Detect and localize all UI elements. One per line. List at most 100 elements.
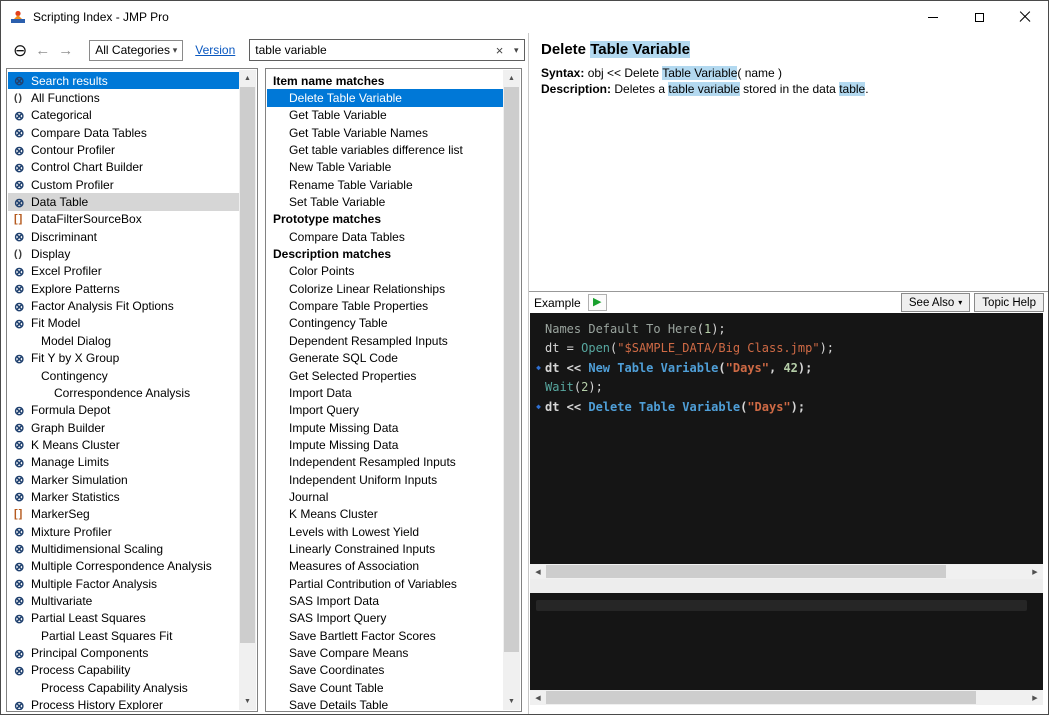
forward-button[interactable]: →	[54, 41, 77, 60]
match-item[interactable]: Get table variables difference list	[267, 141, 503, 158]
category-item[interactable]: ⊗ Fit Y by X Group	[8, 350, 239, 367]
log-h-scrollbar[interactable]: ◀ ▶	[530, 690, 1043, 705]
category-item[interactable]: ⊗ Excel Profiler	[8, 263, 239, 280]
category-item[interactable]: ⊗ Mixture Profiler	[8, 523, 239, 540]
category-item[interactable]: [] MarkerSeg	[8, 506, 239, 523]
match-item[interactable]: Levels with Lowest Yield	[267, 523, 503, 540]
run-example-button[interactable]: ▶	[587, 294, 607, 311]
category-item[interactable]: ⊗ Contour Profiler	[8, 141, 239, 158]
category-item[interactable]: ⊗ Marker Simulation	[8, 471, 239, 488]
match-item[interactable]: Delete Table Variable	[267, 89, 503, 107]
match-item[interactable]: Contingency Table	[267, 315, 503, 332]
match-item[interactable]: Dependent Resampled Inputs	[267, 332, 503, 349]
match-item[interactable]: Colorize Linear Relationships	[267, 280, 503, 297]
category-item[interactable]: ⊗ Marker Statistics	[8, 488, 239, 505]
match-item[interactable]: Independent Uniform Inputs	[267, 471, 503, 488]
match-item[interactable]: Linearly Constrained Inputs	[267, 540, 503, 557]
topic-help-button[interactable]: Topic Help	[974, 293, 1044, 312]
match-item[interactable]: Save Coordinates	[267, 662, 503, 679]
category-item[interactable]: ⊗ Manage Limits	[8, 454, 239, 471]
log-area[interactable]	[530, 593, 1043, 690]
category-item[interactable]: ⊗ Partial Least Squares	[8, 610, 239, 627]
scrollbar-thumb[interactable]	[504, 87, 519, 652]
category-item[interactable]: ⊗ Graph Builder	[8, 419, 239, 436]
close-button[interactable]	[1002, 1, 1048, 33]
match-item[interactable]: Save Bartlett Factor Scores	[267, 627, 503, 644]
category-item[interactable]: ⊗ Process History Explorer	[8, 696, 239, 710]
category-item[interactable]: ⊗ Factor Analysis Fit Options	[8, 297, 239, 314]
category-item[interactable]: ⊗ K Means Cluster	[8, 436, 239, 453]
match-item[interactable]: Measures of Association	[267, 558, 503, 575]
category-item[interactable]: [] DataFilterSourceBox	[8, 211, 239, 228]
scroll-up-button[interactable]: ▲	[503, 70, 520, 87]
match-item[interactable]: Get Table Variable	[267, 107, 503, 124]
clear-search-icon[interactable]: ×	[491, 44, 509, 57]
see-also-button[interactable]: See Also ▾	[900, 293, 971, 312]
category-item[interactable]: ⊗ Multiple Correspondence Analysis	[8, 558, 239, 575]
scroll-left-button[interactable]: ◀	[530, 690, 546, 705]
minimize-button[interactable]	[910, 1, 956, 33]
category-item[interactable]: ⊗ Data Table	[8, 193, 239, 211]
scrollbar-thumb[interactable]	[240, 87, 255, 643]
category-item[interactable]: ⊗ Control Chart Builder	[8, 159, 239, 176]
match-item[interactable]: New Table Variable	[267, 159, 503, 176]
category-scrollbar[interactable]: ▲ ▼	[239, 70, 256, 710]
category-item[interactable]: ⊗ Process Capability	[8, 662, 239, 679]
category-item[interactable]: ⊗ Multiple Factor Analysis	[8, 575, 239, 592]
match-item[interactable]: Import Data	[267, 384, 503, 401]
match-item[interactable]: Get Selected Properties	[267, 367, 503, 384]
scrollbar-thumb[interactable]	[546, 691, 976, 704]
category-item[interactable]: ⊗ Discriminant	[8, 228, 239, 245]
version-link[interactable]: Version	[195, 43, 235, 57]
category-item[interactable]: Contingency	[8, 367, 239, 384]
category-item[interactable]: ⊗ Explore Patterns	[8, 280, 239, 297]
scroll-down-button[interactable]: ▼	[239, 693, 256, 710]
scroll-left-button[interactable]: ◀	[530, 564, 546, 579]
category-item[interactable]: ⊗ Multidimensional Scaling	[8, 540, 239, 557]
search-history-dropdown-icon[interactable]: ▾	[508, 45, 524, 56]
category-item[interactable]: Partial Least Squares Fit	[8, 627, 239, 644]
match-item[interactable]: K Means Cluster	[267, 506, 503, 523]
match-item[interactable]: Import Query	[267, 402, 503, 419]
scroll-right-button[interactable]: ▶	[1027, 564, 1043, 579]
match-item[interactable]: SAS Import Query	[267, 610, 503, 627]
category-item[interactable]: () Display	[8, 245, 239, 262]
match-item[interactable]: Get Table Variable Names	[267, 124, 503, 141]
match-item[interactable]: Impute Missing Data	[267, 419, 503, 436]
match-item[interactable]: Partial Contribution of Variables	[267, 575, 503, 592]
match-item[interactable]: Save Details Table	[267, 696, 503, 710]
match-item[interactable]: Independent Resampled Inputs	[267, 454, 503, 471]
scrollbar-thumb[interactable]	[546, 565, 946, 578]
category-item[interactable]: ⊗ Categorical	[8, 107, 239, 124]
collapse-button[interactable]: ⊖	[9, 40, 31, 61]
code-h-scrollbar[interactable]: ◀ ▶	[530, 564, 1043, 579]
pane-splitter[interactable]	[530, 579, 1043, 593]
category-item[interactable]: Model Dialog	[8, 332, 239, 349]
code-editor[interactable]: Names Default To Here(1); dt = Open("$SAM…	[530, 313, 1043, 564]
scroll-up-button[interactable]: ▲	[239, 70, 256, 87]
category-item[interactable]: ⊗ Multivariate	[8, 592, 239, 609]
category-item[interactable]: ⊗ Principal Components	[8, 644, 239, 661]
scroll-right-button[interactable]: ▶	[1027, 690, 1043, 705]
match-item[interactable]: Impute Missing Data	[267, 436, 503, 453]
category-filter-dropdown[interactable]: All Categories ▾	[89, 39, 184, 61]
category-item[interactable]: ⊗ Custom Profiler	[8, 176, 239, 193]
maximize-button[interactable]	[956, 1, 1002, 33]
match-item[interactable]: Color Points	[267, 263, 503, 280]
search-input[interactable]	[250, 41, 491, 59]
category-item[interactable]: Process Capability Analysis	[8, 679, 239, 696]
match-item[interactable]: Generate SQL Code	[267, 350, 503, 367]
match-item[interactable]: Save Compare Means	[267, 644, 503, 661]
match-scrollbar[interactable]: ▲ ▼	[503, 70, 520, 710]
match-item[interactable]: Save Count Table	[267, 679, 503, 696]
back-button[interactable]: ←	[31, 41, 54, 60]
category-item[interactable]: ⊗ Compare Data Tables	[8, 124, 239, 141]
match-item[interactable]: SAS Import Data	[267, 592, 503, 609]
category-item[interactable]: ⊗ Fit Model	[8, 315, 239, 332]
scroll-down-button[interactable]: ▼	[503, 693, 520, 710]
category-item[interactable]: Correspondence Analysis	[8, 384, 239, 401]
match-item[interactable]: Journal	[267, 488, 503, 505]
match-item[interactable]: Compare Table Properties	[267, 297, 503, 314]
category-item[interactable]: ⊗ Formula Depot	[8, 402, 239, 419]
match-item[interactable]: Set Table Variable	[267, 193, 503, 210]
